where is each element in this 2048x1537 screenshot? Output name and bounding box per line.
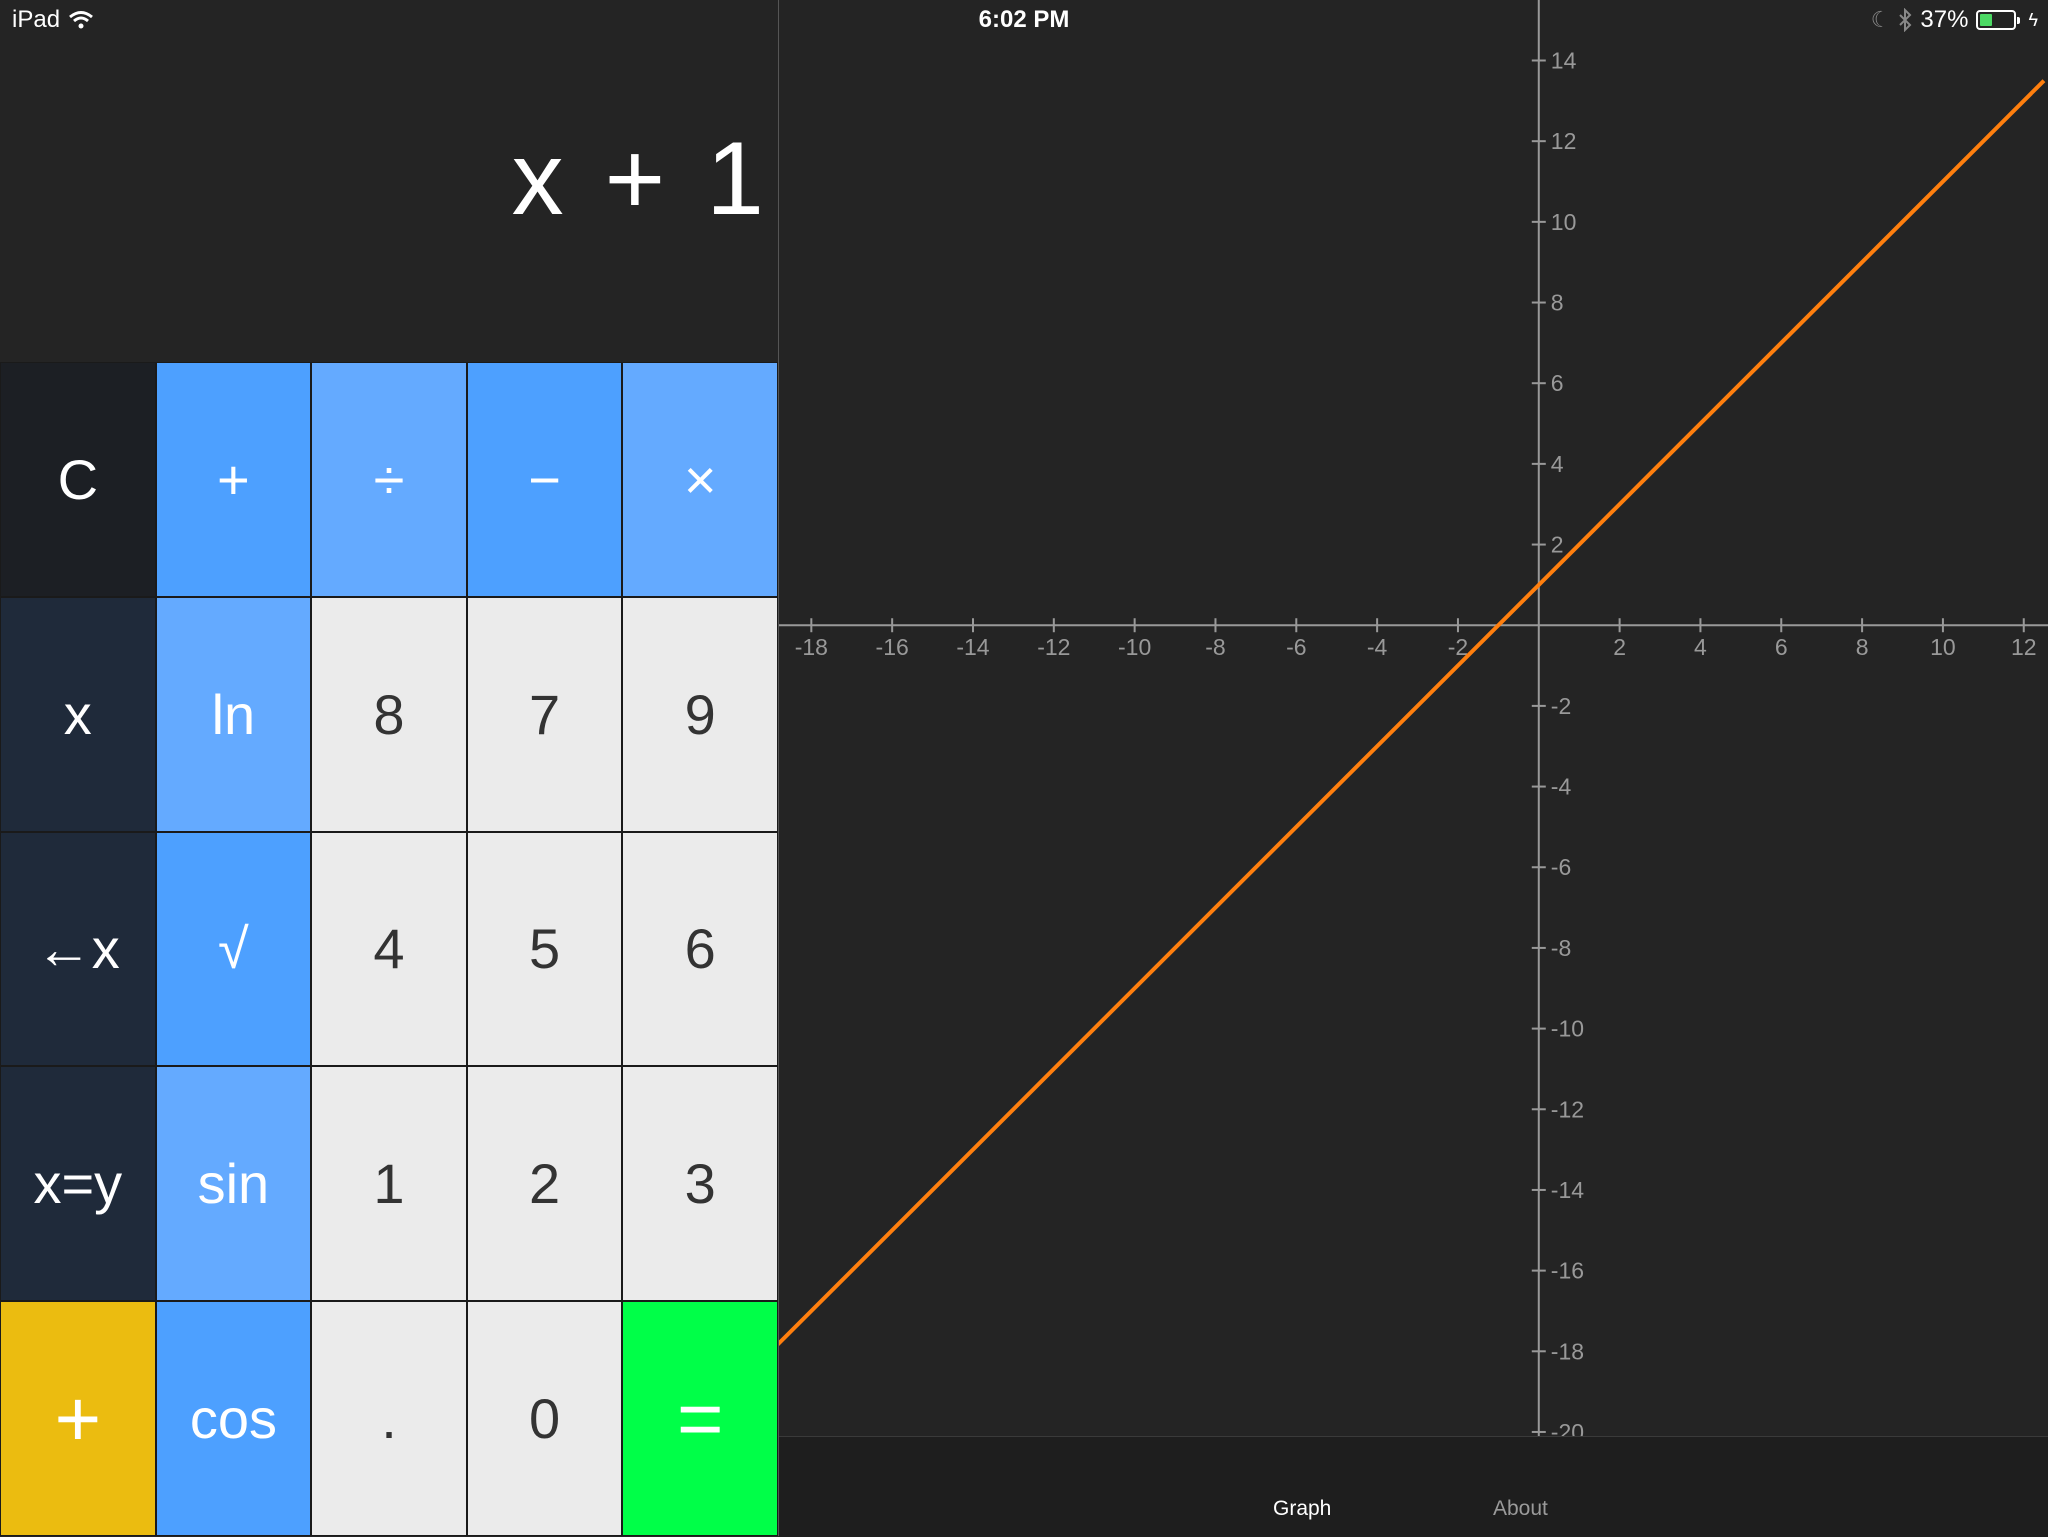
digit-2-button[interactable]: 2 — [466, 1066, 623, 1302]
tab-about[interactable]: About — [1493, 1497, 1548, 1521]
x-tick-label: 4 — [1694, 634, 1707, 660]
y-tick-label: -12 — [1551, 1096, 1584, 1122]
x-tick-label: -10 — [1118, 634, 1151, 660]
clear-button[interactable]: C — [0, 362, 156, 597]
plus-button[interactable]: + — [155, 362, 312, 597]
decimal-button[interactable]: . — [311, 1301, 467, 1536]
digit-5-button[interactable]: 5 — [466, 831, 623, 1067]
charging-icon: ϟ — [2028, 9, 2038, 30]
battery-fill — [1980, 14, 1993, 26]
x-tick-label: -4 — [1367, 634, 1388, 660]
x-equals-y-button[interactable]: x=y — [0, 1066, 156, 1302]
tab-graph[interactable]: Graph — [1273, 1497, 1331, 1521]
y-tick-label: -18 — [1551, 1338, 1584, 1364]
y-tick-label: 2 — [1551, 532, 1564, 558]
y-tick-label: 12 — [1551, 128, 1577, 154]
y-tick-label: -4 — [1551, 774, 1572, 800]
bluetooth-icon — [1899, 8, 1912, 32]
cos-button[interactable]: cos — [155, 1301, 312, 1536]
y-tick-label: 8 — [1551, 290, 1564, 316]
y-tick-label: -8 — [1551, 935, 1571, 961]
expression-display: x + 1 — [511, 121, 770, 237]
x-tick-label: -14 — [956, 634, 989, 660]
divide-button[interactable]: ÷ — [311, 362, 467, 597]
add-graph-button[interactable]: + — [0, 1301, 156, 1536]
sqrt-button[interactable]: √ — [155, 831, 312, 1067]
digit-9-button[interactable]: 9 — [622, 596, 778, 832]
battery-icon — [1976, 10, 2021, 30]
y-tick-label: -20 — [1551, 1419, 1584, 1436]
x-tick-label: 8 — [1856, 634, 1869, 660]
minus-button[interactable]: − — [466, 362, 623, 597]
equals-button[interactable]: = — [622, 1301, 778, 1536]
y-tick-label: -2 — [1551, 693, 1571, 719]
calculator-panel: x + 1 C + ÷ − × x ln 8 7 9 ←x √ 4 5 6 x=y sin 1 2 3 + cos. 0 = — [0, 0, 779, 1536]
digit-7-button[interactable]: 7 — [466, 596, 623, 832]
x-tick-label: 12 — [2011, 634, 2037, 660]
ln-button[interactable]: ln — [155, 596, 312, 832]
battery-percentage: 37% — [1920, 6, 1969, 33]
digit-0-button[interactable]: 0 — [466, 1301, 623, 1536]
backspace-button[interactable]: ←x — [0, 831, 156, 1067]
moon-icon: ☾ — [1870, 7, 1891, 32]
y-tick-label: 14 — [1551, 48, 1577, 74]
digit-3-button[interactable]: 3 — [622, 1066, 778, 1302]
x-tick-label: -18 — [795, 634, 828, 660]
multiply-button[interactable]: × — [622, 362, 778, 597]
series-line — [779, 79, 2046, 1347]
x-tick-label: -12 — [1037, 634, 1070, 660]
x-tick-label: 2 — [1613, 634, 1626, 660]
x-tick-label: 10 — [1930, 634, 1956, 660]
y-tick-label: 10 — [1551, 209, 1577, 235]
digit-4-button[interactable]: 4 — [311, 831, 467, 1067]
y-tick-label: 6 — [1551, 370, 1564, 396]
digit-8-button[interactable]: 8 — [311, 596, 467, 832]
y-tick-label: -6 — [1551, 854, 1571, 880]
keypad: C + ÷ − × x ln 8 7 9 ←x √ 4 5 6 x=y sin 1 2 3 + cos. 0 = — [0, 362, 778, 1536]
y-tick-label: 4 — [1551, 451, 1564, 477]
x-tick-label: -16 — [876, 634, 909, 660]
y-tick-label: -16 — [1551, 1258, 1584, 1284]
digit-1-button[interactable]: 1 — [311, 1066, 467, 1302]
x-tick-label: -8 — [1205, 634, 1225, 660]
x-tick-label: 6 — [1775, 634, 1788, 660]
sin-button[interactable]: sin — [155, 1066, 312, 1302]
x-tick-label: -6 — [1286, 634, 1306, 660]
graph-panel[interactable]: -18 -16 -14 -12 -10 -8 -6 -4 -2 2 4 6 8 10 12 14 12 10 8 6 4… — [779, 0, 2048, 1436]
clock: 6:02 PM — [978, 6, 1070, 33]
tab-bar: Graph About — [779, 1436, 2048, 1537]
y-tick-label: -14 — [1551, 1177, 1584, 1203]
status-bar: iPad 6:02 PM ☾ 37% ϟ — [0, 0, 2048, 40]
x-variable-button[interactable]: x — [0, 596, 156, 832]
graph-canvas[interactable]: -18 -16 -14 -12 -10 -8 -6 -4 -2 2 4 6 8 10 12 14 12 10 8 6 4… — [779, 0, 2048, 1436]
y-tick-label: -10 — [1551, 1016, 1584, 1042]
digit-6-button[interactable]: 6 — [622, 831, 778, 1067]
